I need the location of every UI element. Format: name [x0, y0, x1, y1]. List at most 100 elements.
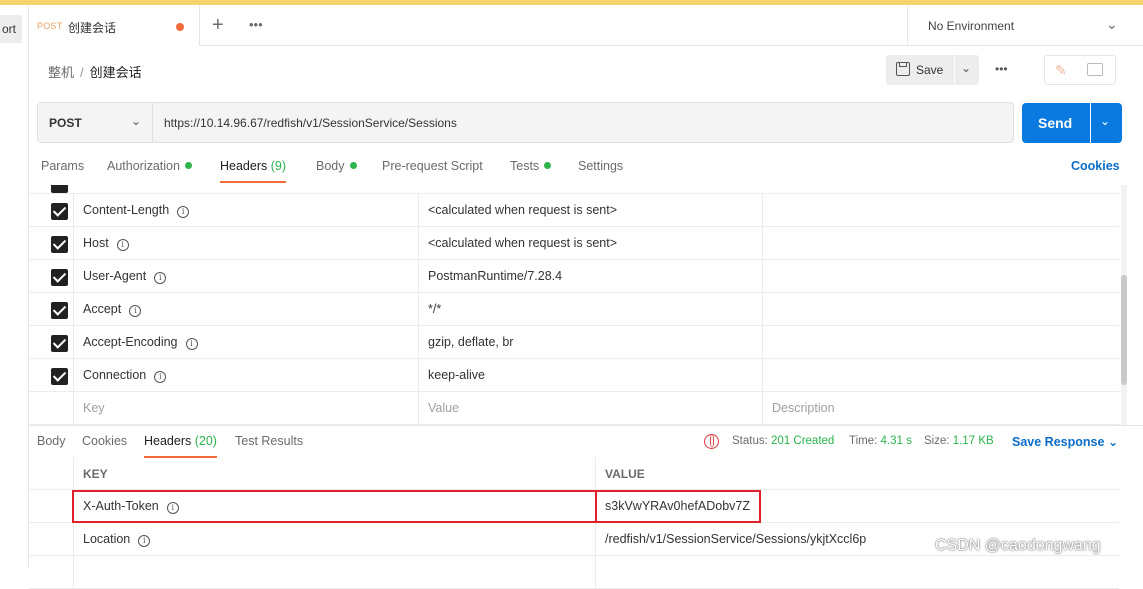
header-enabled-checkbox[interactable]	[51, 269, 68, 286]
info-icon[interactable]: i	[116, 239, 129, 251]
chevron-down-icon: ⌄	[961, 61, 972, 75]
more-options-icon[interactable]: •••	[995, 62, 1008, 76]
new-tab-plus-icon[interactable]: +	[212, 14, 224, 36]
send-label: Send	[1038, 115, 1073, 131]
info-icon[interactable]: i	[138, 535, 151, 547]
tab-label: Settings	[578, 159, 624, 173]
response-header-key: Location i	[83, 532, 151, 547]
column-divider	[418, 359, 419, 392]
headers-scrollbar[interactable]	[1121, 185, 1127, 425]
header-key-text: Host	[83, 236, 109, 250]
column-divider	[418, 227, 419, 260]
method-label: POST	[49, 116, 82, 130]
import-button-stub[interactable]: ort	[0, 15, 22, 43]
header-enabled-checkbox[interactable]	[51, 335, 68, 352]
new-description-input[interactable]: Description	[772, 401, 835, 415]
breadcrumb-parent[interactable]: 整机	[48, 65, 74, 80]
info-icon[interactable]: i	[129, 305, 142, 317]
time-label: Time:	[849, 435, 878, 447]
edit-pencil-icon[interactable]: ✎	[1055, 62, 1067, 79]
status-indicator[interactable]: Status: 201 Created	[732, 435, 834, 447]
side-panel-icons: ✎	[1044, 55, 1116, 85]
column-divider	[73, 326, 74, 359]
save-response-label: Save Response	[1012, 435, 1105, 449]
save-dropdown-button[interactable]: ⌄	[955, 55, 979, 85]
response-tab-test-results[interactable]: Test Results	[235, 434, 303, 448]
header-enabled-checkbox[interactable]	[51, 302, 68, 319]
tab-more-icon[interactable]: •••	[249, 17, 263, 32]
new-key-input[interactable]: Key	[83, 401, 105, 415]
info-icon[interactable]: i	[185, 338, 198, 350]
send-dropdown-button[interactable]: ⌄	[1091, 103, 1122, 143]
new-value-input[interactable]: Value	[428, 401, 459, 415]
column-divider	[418, 293, 419, 326]
tab-label: Params	[41, 159, 85, 173]
active-dot-icon	[349, 162, 357, 169]
method-selector[interactable]: POST ⌄	[38, 103, 153, 142]
column-divider	[73, 392, 74, 425]
response-header-value[interactable]: /redfish/v1/SessionService/Sessions/ykjt…	[605, 532, 866, 546]
save-response-button[interactable]: Save Response ⌄	[1012, 434, 1118, 449]
chevron-down-icon: ⌄	[1100, 114, 1111, 128]
send-button[interactable]: Send	[1022, 103, 1090, 143]
scrollbar-thumb[interactable]	[1121, 275, 1127, 385]
column-divider	[418, 392, 419, 425]
time-indicator[interactable]: Time: 4.31 s	[849, 435, 912, 447]
column-divider	[73, 457, 74, 490]
tab-params[interactable]: Params	[41, 159, 84, 173]
header-enabled-checkbox[interactable]	[51, 236, 68, 253]
header-enabled-checkbox[interactable]	[51, 368, 68, 385]
tab-authorization[interactable]: Authorization	[107, 159, 192, 173]
info-icon[interactable]: i	[154, 371, 167, 383]
header-key: Accept-Encoding i	[83, 335, 198, 350]
tab-headers[interactable]: Headers (9)	[220, 159, 287, 183]
column-divider	[595, 457, 596, 490]
left-sidebar-edge: ort	[0, 5, 29, 567]
url-input[interactable]: https://10.14.96.67/redfish/v1/SessionSe…	[164, 116, 457, 130]
response-tab-cookies[interactable]: Cookies	[82, 434, 127, 448]
tab-count: (9)	[270, 159, 287, 173]
environment-selector[interactable]: No Environment ⌄	[907, 5, 1143, 46]
highlight-box-key	[72, 490, 597, 523]
header-value: PostmanRuntime/7.28.4	[428, 269, 563, 283]
column-header-key: KEY	[83, 467, 108, 481]
tab-label: Headers	[220, 159, 268, 173]
header-enabled-checkbox[interactable]	[51, 203, 68, 220]
tab-body[interactable]: Body	[316, 159, 357, 173]
column-divider	[73, 556, 74, 589]
status-value: 201 Created	[771, 435, 835, 447]
tab-settings[interactable]: Settings	[578, 159, 623, 173]
chevron-down-icon: ⌄	[1106, 16, 1118, 32]
tab-pre-request-script[interactable]: Pre-request Script	[382, 159, 483, 173]
info-icon[interactable]: i	[154, 272, 167, 284]
column-divider	[418, 326, 419, 359]
environment-label: No Environment	[928, 19, 1015, 33]
tab-tests[interactable]: Tests	[510, 159, 552, 173]
network-globe-icon[interactable]	[704, 434, 719, 449]
column-divider	[762, 293, 763, 326]
response-tab-body[interactable]: Body	[37, 434, 66, 448]
tab-label: Tests	[510, 159, 540, 173]
table-row: Content-Length i <calculated when request…	[29, 194, 1119, 227]
table-header-row: KEY VALUE	[29, 457, 1119, 490]
tab-label: Cookies	[82, 434, 128, 448]
status-label: Status:	[732, 435, 768, 447]
tab-name: 创建会话	[68, 21, 117, 35]
header-key-text: Accept-Encoding	[83, 335, 178, 349]
info-icon[interactable]: i	[177, 206, 190, 218]
size-indicator[interactable]: Size: 1.17 KB	[924, 435, 994, 447]
cookies-link[interactable]: Cookies	[1071, 159, 1120, 173]
header-value: gzip, deflate, br	[428, 335, 514, 349]
checkbox[interactable]	[51, 185, 68, 193]
highlight-box-value	[595, 490, 761, 523]
column-divider	[762, 359, 763, 392]
unsaved-dot-icon[interactable]	[176, 23, 184, 31]
save-button[interactable]: Save	[886, 55, 954, 85]
request-tab[interactable]: POST 创建会话	[29, 5, 200, 46]
breadcrumb-current[interactable]: 创建会话	[90, 65, 142, 80]
header-value: */*	[428, 302, 442, 316]
response-tab-headers[interactable]: Headers (20)	[144, 434, 217, 458]
header-value: <calculated when request is sent>	[428, 203, 618, 217]
time-value: 4.31 s	[880, 435, 912, 447]
comments-icon[interactable]	[1087, 63, 1103, 76]
